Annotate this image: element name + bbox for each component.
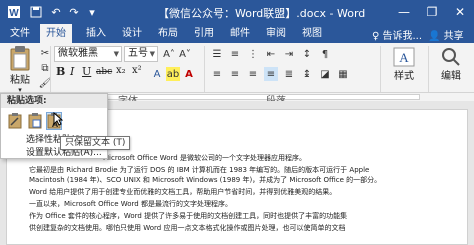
shrink-font-icon[interactable]: A˅ [178, 47, 192, 61]
restore-button[interactable]: ❐ [418, 0, 446, 24]
chevron-down-icon: ▼ [149, 50, 155, 58]
increase-indent-icon[interactable]: ⇥ [282, 47, 296, 61]
tab-insert[interactable]: 插入 [80, 24, 112, 43]
editing-label: 编辑 [441, 71, 461, 82]
merge-formatting-icon[interactable] [27, 112, 43, 130]
search-icon [442, 48, 460, 66]
paste-button[interactable]: 粘贴 ▾ [6, 45, 34, 94]
tab-file[interactable]: 文件 [4, 24, 36, 43]
minimize-button[interactable]: — [390, 0, 418, 24]
chevron-down-icon: ▼ [113, 50, 119, 58]
superscript-button[interactable]: x² [132, 65, 142, 76]
paragraph: Macintosh (1984 年)、SCO UNIX 和 Microsoft … [29, 176, 382, 184]
styles-button[interactable]: A 样式 [386, 47, 422, 82]
borders-icon[interactable]: ▦ [336, 67, 350, 81]
tab-design[interactable]: 设计 [116, 24, 148, 43]
person-icon: 👤 [428, 31, 441, 42]
customize-toolbar-icon[interactable]: ▾ [84, 4, 100, 20]
share-button[interactable]: 👤 共享 [428, 27, 464, 42]
share-label: 共享 [443, 31, 464, 42]
ribbon-separator [428, 46, 429, 92]
mouse-cursor-icon [53, 112, 63, 126]
svg-text:A: A [399, 50, 409, 65]
tab-mailings[interactable]: 邮件 [224, 24, 256, 43]
tell-me-box[interactable]: ♀ 告诉我... [372, 27, 422, 42]
editing-button[interactable]: 编辑 [434, 47, 468, 82]
subscript-button[interactable]: x₂ [116, 65, 126, 76]
tab-view[interactable]: 视图 [296, 24, 328, 43]
ribbon-tab-bar: 文件 开始 插入 设计 布局 引用 邮件 审阅 视图 ♀ 告诉我... 👤 共享 [0, 24, 474, 43]
align-right-icon[interactable]: ≡ [246, 67, 260, 81]
styles-label: 样式 [394, 71, 414, 82]
paragraph: 一直以来，Microsoft Office Word 都是最流行的文字处理程序。 [29, 200, 232, 208]
redo-icon[interactable]: ↷ [66, 4, 82, 20]
close-button[interactable]: ✕ [446, 0, 474, 24]
italic-button[interactable]: I [70, 65, 74, 78]
ribbon-separator [50, 46, 51, 92]
svg-text:W: W [9, 8, 19, 19]
justify-icon[interactable]: ≡ [264, 67, 278, 81]
align-left-icon[interactable]: ≡ [210, 67, 224, 81]
font-size-combo[interactable]: 五号 ▼ [124, 46, 158, 62]
highlight-icon[interactable]: ab [166, 67, 180, 81]
save-icon[interactable] [28, 4, 44, 20]
distributed-icon[interactable]: ≣ [282, 67, 296, 81]
title-bar: W ↶ ↷ ▾ 【微信公众号：Word联盟】.docx - Word — ❐ ✕ [0, 0, 474, 24]
ribbon-separator [204, 46, 205, 92]
tab-review[interactable]: 审阅 [260, 24, 292, 43]
paragraph: 供创建复杂的文档使用。哪怕只使用 Word 应用一点文本格式化操作或图片处理，也… [29, 224, 346, 232]
grow-font-icon[interactable]: A˄ [162, 47, 176, 61]
tab-references[interactable]: 引用 [188, 24, 220, 43]
shading-icon[interactable]: ◪ [318, 67, 332, 81]
bold-button[interactable]: B [56, 65, 65, 78]
paragraph: Word 给用户提供了用于创建专业而优雅的文档工具，帮助用户节省时间，并得到优雅… [29, 188, 337, 196]
font-size-value: 五号 [128, 48, 148, 59]
font-name-combo[interactable]: 微软雅黑 ▼ [54, 46, 122, 62]
numbering-icon[interactable]: ≡ [228, 47, 242, 61]
undo-icon[interactable]: ↶ [48, 4, 64, 20]
font-color-icon[interactable]: A [182, 67, 196, 81]
underline-button[interactable]: U [82, 65, 91, 78]
tab-home[interactable]: 开始 [40, 24, 72, 43]
show-marks-icon[interactable]: ¶ [318, 47, 332, 61]
font-name-value: 微软雅黑 [58, 48, 98, 59]
window-title: 【微信公众号：Word联盟】.docx - Word [158, 7, 366, 20]
keep-source-formatting-icon[interactable] [7, 112, 23, 130]
paragraph: 它最初是由 Richard Brodie 为了运行 DOS 的 IBM 计算机而… [29, 166, 370, 174]
sort-icon[interactable]: ↕ [300, 47, 314, 61]
text-effects-icon[interactable]: A [150, 67, 164, 81]
paragraph: 作为 Office 套件的核心程序，Word 提供了许多易于使用的文档创建工具，… [29, 212, 348, 220]
ribbon-separator [380, 46, 381, 92]
paste-label: 粘贴 [10, 75, 30, 86]
ruler-track[interactable] [60, 94, 420, 100]
paste-options-header: 粘贴选项: [1, 94, 107, 108]
align-center-icon[interactable]: ≡ [228, 67, 242, 81]
ribbon-home: 粘贴 ▾ ✂ ⧉ 🖌 微软雅黑 ▼ 五号 ▼ A˄ A˅ B I U abc x… [0, 43, 474, 94]
word-logo-icon: W [6, 4, 22, 20]
paragraph: Microsoft Office Word 是微软公司的一个文字处理器应用程序。 [103, 154, 306, 162]
line-spacing-icon[interactable]: ↨ [300, 67, 314, 81]
multilevel-list-icon[interactable]: ⋮ [246, 47, 260, 61]
clipboard-icon [10, 46, 30, 71]
styles-icon: A [393, 47, 415, 67]
bullets-icon[interactable]: ☰ [210, 47, 224, 61]
decrease-indent-icon[interactable]: ⇤ [264, 47, 278, 61]
tooltip: 只保留文本 (T) [60, 136, 131, 150]
strikethrough-button[interactable]: abc [96, 67, 112, 77]
tab-layout[interactable]: 布局 [152, 24, 184, 43]
